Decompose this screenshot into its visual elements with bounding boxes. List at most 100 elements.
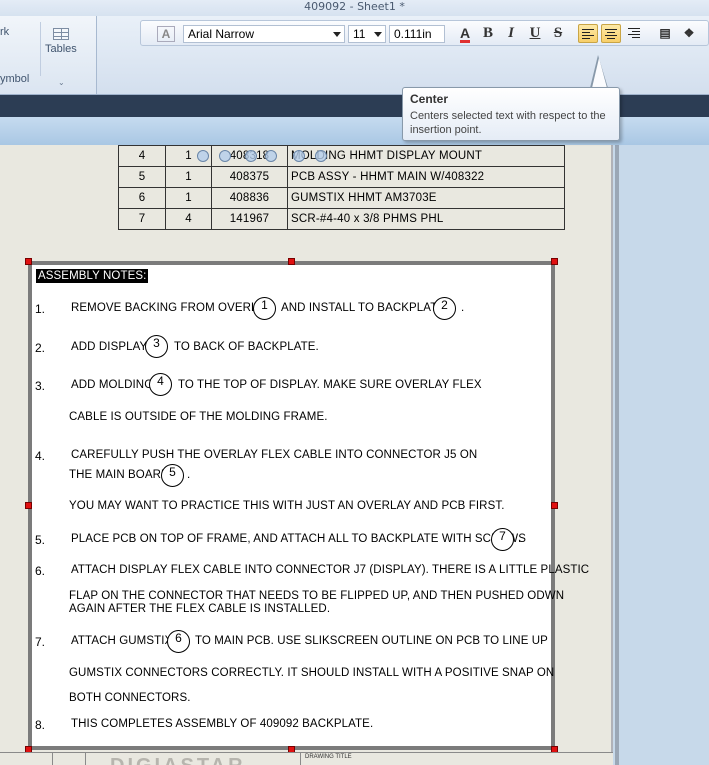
bom-description: GUMSTIX HHMT AM3703E	[287, 187, 565, 209]
pan-icon[interactable]	[245, 150, 257, 162]
note-text[interactable]: THIS COMPLETES ASSEMBLY OF 409092 BACKPL…	[71, 718, 373, 730]
bom-description: SCR-#4-40 x 3/8 PHMS PHL	[287, 208, 565, 230]
window-title: 409092 - Sheet1 *	[0, 0, 709, 16]
note-text[interactable]: AND INSTALL TO BACKPLATE	[281, 302, 445, 314]
note-text[interactable]: THE MAIN BOARD	[69, 469, 169, 481]
align-left-button[interactable]	[578, 24, 598, 43]
underline-button[interactable]: U	[525, 24, 545, 43]
sheet-shadow	[615, 145, 619, 765]
ribbon-divider	[40, 22, 41, 76]
bom-qty: 4	[165, 208, 212, 230]
bom-part-number: 408836	[211, 187, 288, 209]
resize-handle[interactable]	[551, 258, 558, 265]
bom-description: PCB ASSY - HHMT MAIN W/408322	[287, 166, 565, 188]
item-balloon[interactable]: 6	[167, 630, 190, 653]
table-row[interactable]: 6 1 408836 GUMSTIX HHMT AM3703E	[118, 187, 565, 209]
item-balloon[interactable]: 7	[491, 528, 514, 551]
group-expand-icon[interactable]: ⌄	[58, 78, 65, 87]
item-balloon[interactable]: 5	[161, 464, 184, 487]
note-text[interactable]: ADD MOLDING	[71, 379, 153, 391]
tooltip-description: Centers selected text with respect to th…	[410, 110, 606, 136]
line-spacing-input[interactable]: 0.111in	[389, 25, 445, 43]
note-text[interactable]: FLAP ON THE CONNECTOR THAT NEEDS TO BE F…	[69, 590, 564, 602]
font-name-value: Arial Narrow	[188, 27, 255, 41]
ribbon-symbol-label[interactable]: ymbol	[0, 73, 29, 85]
note-text[interactable]: CABLE IS OUTSIDE OF THE MOLDING FRAME.	[69, 411, 328, 423]
item-balloon[interactable]: 1	[253, 297, 276, 320]
strikethrough-button[interactable]: S	[548, 24, 568, 43]
align-center-icon	[605, 29, 617, 39]
note-text[interactable]: ATTACH GUMSTIX	[71, 635, 172, 647]
select-icon[interactable]	[197, 150, 209, 162]
line-spacing-value: 0.111in	[394, 27, 432, 41]
resize-handle[interactable]	[25, 502, 32, 509]
notes-heading[interactable]: ASSEMBLY NOTES:	[36, 269, 149, 283]
ribbon-partial-label[interactable]: rk	[0, 26, 9, 38]
note-text[interactable]: REMOVE BACKING FROM OVERLAY	[71, 302, 272, 314]
note-number: 4.	[35, 449, 46, 463]
note-text[interactable]: TO BACK OF BACKPLATE.	[174, 341, 319, 353]
note-number: 8.	[35, 718, 46, 732]
note-text[interactable]: AGAIN AFTER THE FLEX CABLE IS INSTALLED.	[69, 603, 330, 615]
resize-handle[interactable]	[551, 502, 558, 509]
zoom-icon[interactable]	[219, 150, 231, 162]
note-text[interactable]: .	[187, 469, 190, 481]
align-right-button[interactable]	[624, 24, 644, 43]
chevron-down-icon	[333, 32, 341, 37]
font-color-icon: A	[459, 25, 471, 43]
font-name-select[interactable]: Arial Narrow	[183, 25, 345, 43]
note-text[interactable]: GUMSTIX CONNECTORS CORRECTLY. IT SHOULD …	[69, 667, 554, 679]
tooltip-pointer-fill	[592, 58, 607, 88]
align-right-icon	[628, 28, 640, 38]
bom-part-number: 408375	[211, 166, 288, 188]
format-toolbar: A Arial Narrow 11 0.111in A B I U S ▤ ❖	[140, 20, 709, 46]
bom-item: 6	[118, 187, 166, 209]
note-text[interactable]: ATTACH DISPLAY FLEX CABLE INTO CONNECTOR…	[71, 564, 589, 576]
company-logo: DIGIASTAR	[110, 756, 246, 765]
bom-item: 4	[118, 145, 166, 167]
bom-item: 5	[118, 166, 166, 188]
item-balloon[interactable]: 2	[433, 297, 456, 320]
font-size-select[interactable]: 11	[348, 25, 386, 43]
note-text[interactable]: BOTH CONNECTORS.	[69, 692, 191, 704]
note-text[interactable]: CAREFULLY PUSH THE OVERLAY FLEX CABLE IN…	[71, 449, 477, 461]
bom-qty: 1	[165, 166, 212, 188]
resize-handle[interactable]	[25, 258, 32, 265]
stack-button[interactable]: ❖	[679, 24, 699, 43]
note-number: 1.	[35, 302, 46, 316]
center-tooltip: Center Centers selected text with respec…	[402, 87, 620, 141]
note-text[interactable]: TO MAIN PCB. USE SLIKSCREEN OUTLINE ON P…	[195, 635, 548, 647]
note-text[interactable]: TO THE TOP OF DISPLAY. MAKE SURE OVERLAY…	[178, 379, 482, 391]
note-text[interactable]: YOU MAY WANT TO PRACTICE THIS WITH JUST …	[69, 500, 505, 512]
item-balloon[interactable]: 4	[149, 373, 172, 396]
note-number: 5.	[35, 533, 46, 547]
text-style-icon[interactable]: A	[157, 26, 175, 42]
bom-item: 7	[118, 208, 166, 230]
resize-handle[interactable]	[288, 258, 295, 265]
bold-button[interactable]: B	[478, 24, 498, 43]
tables-button[interactable]: Tables	[45, 43, 77, 55]
floating-minitoolbar[interactable]	[197, 150, 347, 166]
title-block-divider	[85, 753, 86, 765]
view-icon[interactable]	[293, 150, 305, 162]
table-row[interactable]: 5 1 408375 PCB ASSY - HHMT MAIN W/408322	[118, 166, 565, 188]
rotate-icon[interactable]	[265, 150, 277, 162]
item-balloon[interactable]: 3	[145, 335, 168, 358]
bom-part-number: 141967	[211, 208, 288, 230]
font-color-button[interactable]: A	[455, 24, 475, 43]
note-text[interactable]: ADD DISPLAY	[71, 341, 147, 353]
table-icon[interactable]	[53, 28, 69, 40]
note-text[interactable]: PLACE PCB ON TOP OF FRAME, AND ATTACH AL…	[71, 533, 526, 545]
display-icon[interactable]	[315, 150, 327, 162]
note-number: 6.	[35, 564, 46, 578]
chevron-down-icon	[374, 32, 382, 37]
note-text[interactable]: .	[518, 533, 521, 545]
drawing-title-label: DRAWING TITLE	[305, 754, 352, 760]
italic-button[interactable]: I	[501, 24, 521, 43]
note-text[interactable]: .	[461, 302, 464, 314]
fit-text-button[interactable]: ▤	[655, 24, 675, 43]
bom-qty: 1	[165, 187, 212, 209]
align-center-button[interactable]	[601, 24, 621, 43]
tooltip-title: Center	[410, 92, 449, 106]
table-row[interactable]: 7 4 141967 SCR-#4-40 x 3/8 PHMS PHL	[118, 208, 565, 230]
